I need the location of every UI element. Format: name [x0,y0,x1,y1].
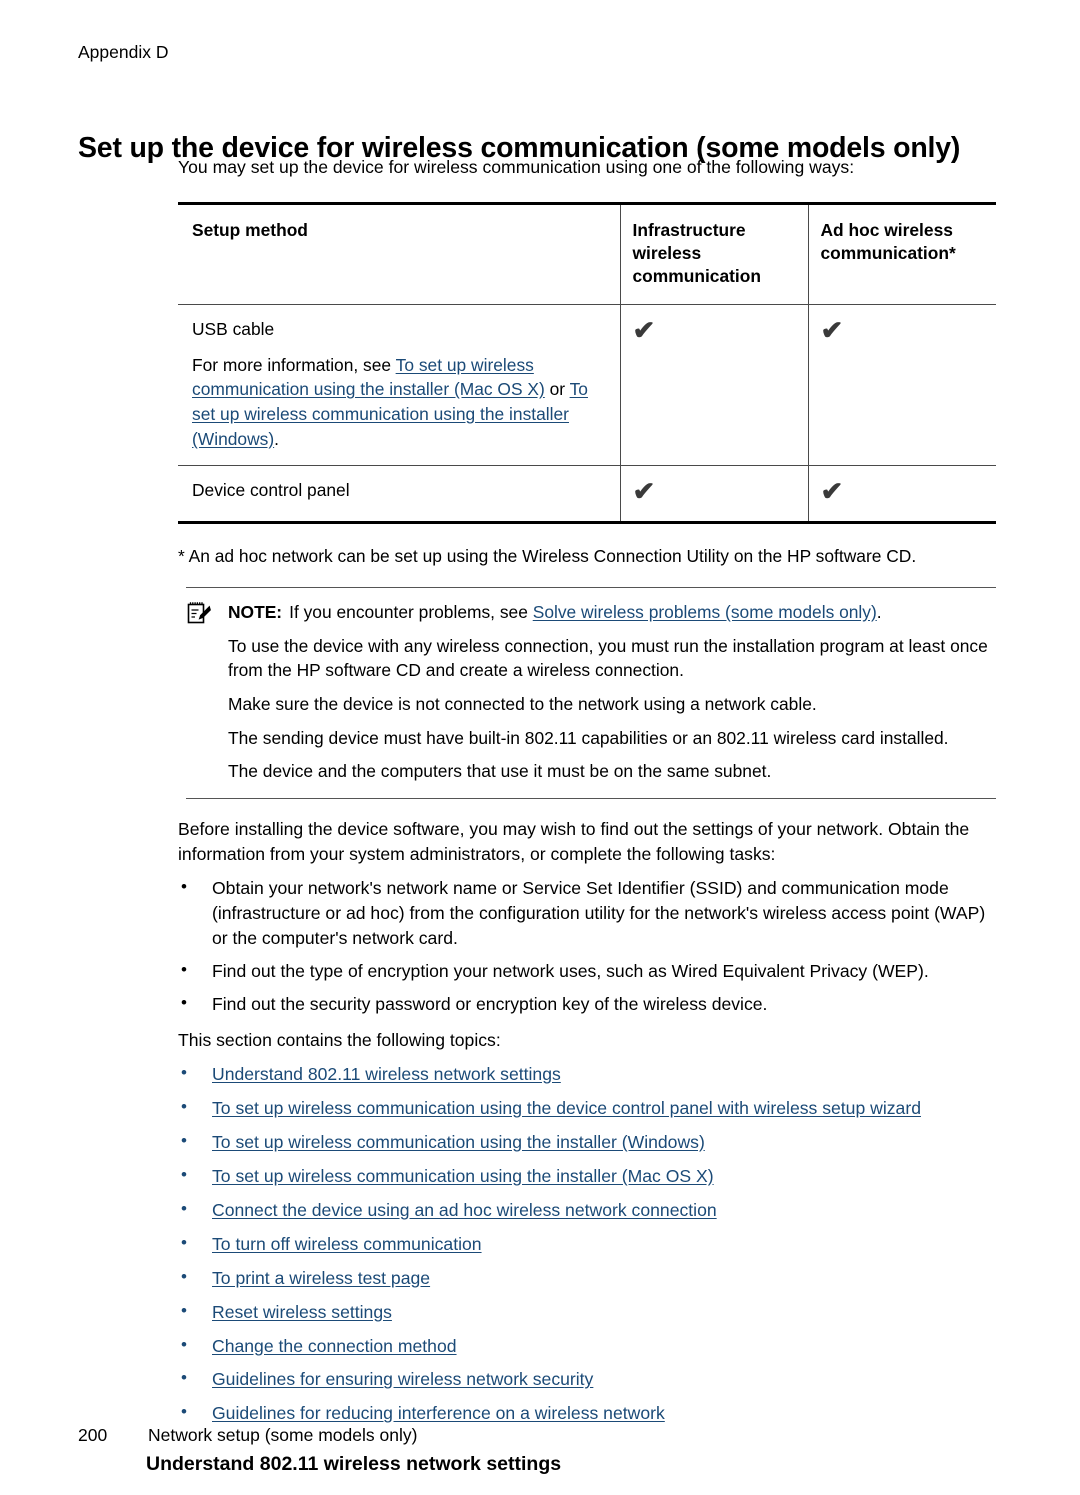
topic-link-reset-wireless-settings[interactable]: Reset wireless settings [212,1302,392,1322]
topic-link-change-connection-method[interactable]: Change the connection method [212,1336,457,1356]
list-item: • Find out the security password or encry… [178,992,996,1017]
bullet-dot-icon: • [181,1368,187,1388]
before-install-paragraph: Before installing the device software, y… [178,819,970,864]
section-heading-understand: Understand 802.11 wireless network setti… [146,1453,562,1476]
table-row: USB cable For more information, see To s… [178,304,996,467]
topics-intro: This section contains the following topi… [178,1029,501,1050]
before-install-bullet-list: • Obtain your network's network name or S… [178,876,996,1017]
intro-paragraph: You may set up the device for wireless c… [178,157,855,177]
table-header-adhoc: Ad hoc wireless communication* [807,201,996,305]
bullet-dot-icon: • [181,1198,187,1218]
bullet-dot-icon: • [181,1062,187,1082]
table-cell-method-usb: USB cable For more information, see To s… [178,304,620,467]
footer-page-number: 200 [78,1425,108,1445]
topic-link-understand-802-11[interactable]: Understand 802.11 wireless network setti… [212,1064,561,1084]
list-item: • Change the connection method [178,1334,996,1359]
list-item: • To turn off wireless communication [178,1232,996,1257]
checkmark-icon: ✔ [631,314,655,345]
list-item: • Guidelines for reducing interference on… [178,1401,996,1426]
detail-middle: or [544,379,570,400]
bullet-dot-icon: • [181,1164,187,1184]
detail-prefix: For more information, see [192,354,396,375]
bullet-dot-icon: • [181,992,187,1012]
list-item-label: Find out the security password or encryp… [212,993,768,1014]
note-line: To use the device with any wireless conn… [228,635,988,681]
bullet-dot-icon: • [181,1402,187,1422]
note-line: The device and the computers that use it… [228,761,772,782]
list-item: • To print a wireless test page [178,1266,996,1291]
setup-method-table: Setup method Infrastructure wireless com… [178,201,996,525]
note-text-prefix: If you encounter problems, see [289,601,533,622]
method-detail: For more information, see To set up wire… [192,353,608,452]
topics-link-list: • Understand 802.11 wireless network sett… [178,1062,996,1427]
note-label: NOTE: [228,601,283,622]
page-footer: 200 Network setup (some models only) [78,1425,417,1446]
table-footnote: * An ad hoc network can be set up using … [178,546,917,567]
topic-link-turn-off-wireless[interactable]: To turn off wireless communication [212,1234,482,1254]
table-cell-infrastructure-usb: ✔ [619,304,808,467]
note-first-line: NOTE: If you encounter problems, see Solv… [186,600,996,625]
note-text-suffix: . [876,601,882,622]
table-row: Device control panel ✔ ✔ [178,465,996,525]
bullet-dot-icon: • [181,1334,187,1354]
list-item: • Connect the device using an ad hoc wire… [178,1198,996,1223]
table-cell-adhoc-control-panel: ✔ [807,465,996,525]
topic-link-print-test-page[interactable]: To print a wireless test page [212,1268,430,1288]
table-cell-infrastructure-control-panel: ✔ [619,465,808,525]
detail-suffix: . [274,428,279,449]
list-item: • Obtain your network's network name or S… [178,876,996,951]
note-callout: NOTE: If you encounter problems, see Solv… [186,586,996,800]
table-cell-method-control-panel: Device control panel [178,465,620,525]
bullet-dot-icon: • [181,1130,187,1150]
table-header-row: Setup method Infrastructure wireless com… [178,201,996,305]
list-item: • Understand 802.11 wireless network sett… [178,1062,996,1087]
checkmark-icon: ✔ [819,476,843,507]
method-name: USB cable [192,318,275,339]
document-page: Appendix D Set up the device for wireles… [0,0,1080,1495]
bullet-dot-icon: • [181,1096,187,1116]
bullet-dot-icon: • [181,1300,187,1320]
list-item: • To set up wireless communication using … [178,1130,996,1155]
list-item: • Guidelines for ensuring wireless networ… [178,1367,996,1392]
bullet-dot-icon: • [181,1232,187,1252]
list-item-label: Find out the type of encryption your net… [212,960,929,981]
link-solve-wireless-problems[interactable]: Solve wireless problems (some models onl… [533,602,877,622]
note-line: The sending device must have built-in 80… [228,727,949,748]
checkmark-icon: ✔ [819,314,843,345]
bullet-dot-icon: • [181,876,187,896]
bullet-dot-icon: • [181,959,187,979]
topic-link-network-security[interactable]: Guidelines for ensuring wireless network… [212,1369,593,1389]
list-item: • To set up wireless communication using … [178,1164,996,1189]
table-header-setup-method: Setup method [178,201,620,305]
topic-link-installer-macosx[interactable]: To set up wireless communication using t… [212,1166,714,1186]
table-cell-adhoc-usb: ✔ [807,304,996,467]
note-line: Make sure the device is not connected to… [228,693,817,714]
topic-link-adhoc-connection[interactable]: Connect the device using an ad hoc wirel… [212,1200,717,1220]
body-column: You may set up the device for wireless c… [146,155,996,1495]
running-header: Appendix D [78,42,169,62]
bullet-dot-icon: • [181,1266,187,1286]
topic-link-installer-windows[interactable]: To set up wireless communication using t… [212,1132,705,1152]
list-item: • To set up wireless communication using … [178,1096,996,1121]
note-pad-pencil-icon [186,601,212,625]
list-item-label: Obtain your network's network name or Se… [212,877,986,948]
list-item: • Reset wireless settings [178,1300,996,1325]
topic-link-control-panel-wizard[interactable]: To set up wireless communication using t… [212,1098,921,1118]
list-item: • Find out the type of encryption your ne… [178,959,996,984]
checkmark-icon: ✔ [631,476,655,507]
topic-link-reduce-interference[interactable]: Guidelines for reducing interference on … [212,1403,665,1423]
footer-section-label: Network setup (some models only) [148,1425,418,1445]
table-header-infrastructure: Infrastructure wireless communication [619,201,808,305]
